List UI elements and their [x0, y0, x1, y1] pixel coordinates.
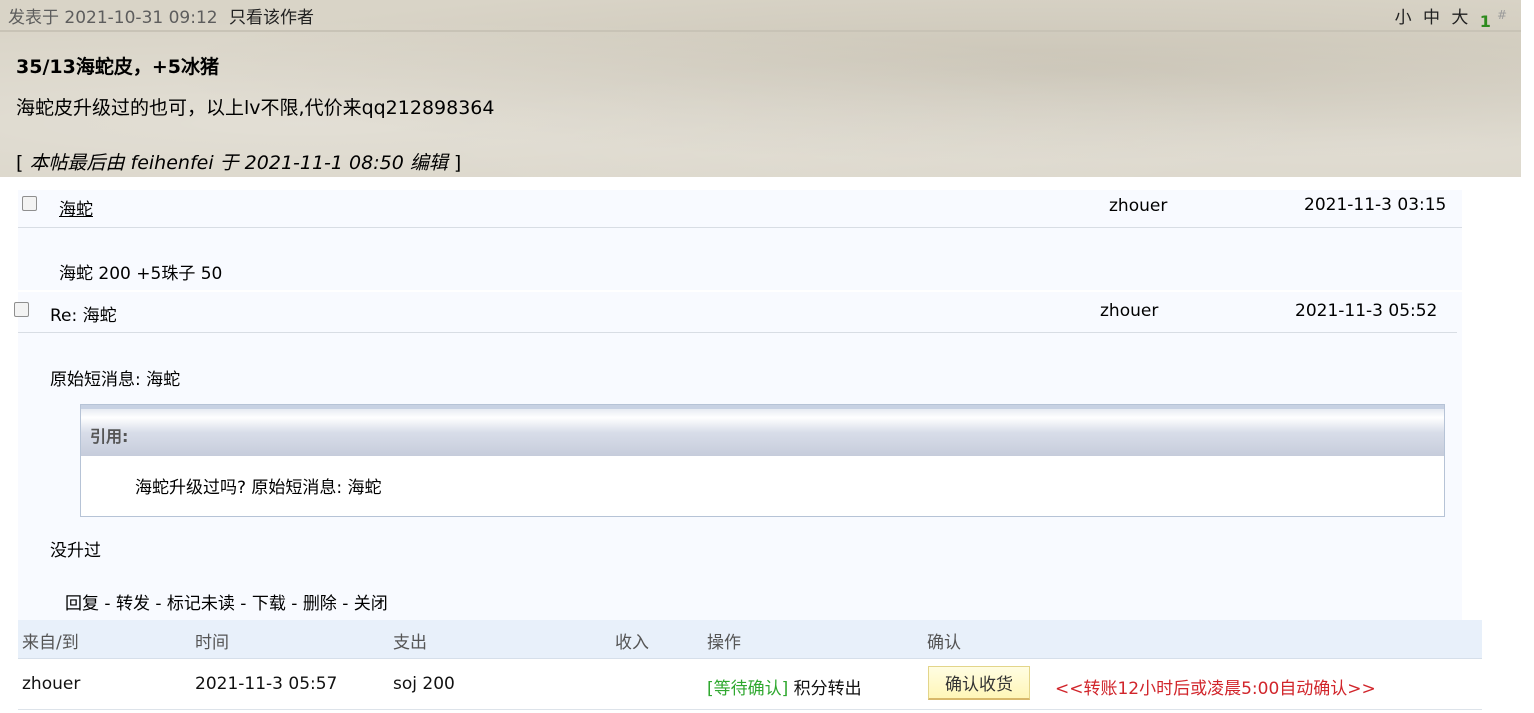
post-title: 35/13海蛇皮，+5冰猪 — [16, 56, 219, 78]
table-row: zhouer 2021-11-3 05:57 soj 200 [等待确认] 积分… — [18, 659, 1482, 710]
quote-text: 海蛇升级过吗? 原始短消息: 海蛇 — [135, 478, 382, 498]
action-separator: - — [285, 594, 303, 614]
row-from-to[interactable]: zhouer — [22, 674, 80, 694]
font-medium-link[interactable]: 中 — [1423, 8, 1440, 28]
close-link[interactable]: 关闭 — [354, 594, 388, 614]
column-from-to: 来自/到 — [22, 633, 79, 653]
message-checkbox[interactable] — [22, 196, 37, 211]
operation-type: 积分转出 — [793, 679, 862, 699]
font-size-controls: 小 中 大 1 # — [1389, 3, 1507, 31]
column-confirm: 确认 — [927, 633, 961, 653]
download-link[interactable]: 下载 — [252, 594, 286, 614]
reply-link[interactable]: 回复 — [65, 594, 99, 614]
message-checkbox[interactable] — [14, 302, 29, 317]
font-large-link[interactable]: 大 — [1451, 8, 1468, 28]
post-info: 发表于 2021-10-31 09:12 只看该作者 — [8, 3, 314, 28]
message-time: 2021-11-3 05:52 — [1295, 301, 1438, 321]
confirm-receipt-button[interactable]: 确认收货 — [928, 666, 1030, 700]
original-message: 原始短消息: 海蛇 — [50, 370, 181, 390]
edit-bracket-close: ] — [453, 152, 462, 174]
action-separator: - — [336, 594, 354, 614]
column-time: 时间 — [195, 633, 229, 653]
post-body: 海蛇皮升级过的也可，以上lv不限,代价来qq212898364 — [16, 97, 495, 119]
message-item: 海蛇 zhouer 2021-11-3 03:15 海蛇 200 +5珠子 50 — [18, 190, 1462, 290]
post-edit-note: [ 本帖最后由 feihenfei 于 2021-11-1 08:50 编辑 ] — [16, 148, 461, 175]
action-separator: - — [149, 594, 167, 614]
font-small-link[interactable]: 小 — [1395, 8, 1412, 28]
edit-note-text: 本帖最后由 feihenfei 于 2021-11-1 08:50 编辑 — [29, 152, 448, 174]
column-operation: 操作 — [707, 633, 741, 653]
quote-box: 引用: 海蛇升级过吗? 原始短消息: 海蛇 — [80, 404, 1445, 517]
column-expense: 支出 — [393, 633, 427, 653]
row-time: 2021-11-3 05:57 — [195, 674, 338, 694]
auto-confirm-note: <<转账12小时后或凌晨5:00自动确认>> — [1055, 679, 1376, 699]
quote-label: 引用: — [90, 427, 129, 446]
message-subject-link[interactable]: 海蛇 — [59, 195, 93, 220]
posted-time: 2021-10-31 09:12 — [64, 8, 218, 28]
forward-link[interactable]: 转发 — [116, 594, 150, 614]
floor-number[interactable]: 1 — [1480, 12, 1491, 31]
message-sender[interactable]: zhouer — [1109, 196, 1167, 216]
column-income: 收入 — [615, 633, 649, 653]
message-time: 2021-11-3 03:15 — [1304, 195, 1447, 215]
waiting-status: [等待确认] — [707, 679, 789, 699]
action-separator: - — [234, 594, 252, 614]
quote-header: 引用: — [81, 405, 1444, 456]
mark-unread-link[interactable]: 标记未读 — [167, 594, 235, 614]
posted-prefix: 发表于 — [8, 8, 59, 28]
delete-link[interactable]: 删除 — [303, 594, 337, 614]
row-expense: soj 200 — [393, 674, 455, 694]
table-header: 来自/到 时间 支出 收入 操作 确认 — [18, 620, 1482, 659]
message-subject[interactable]: Re: 海蛇 — [50, 301, 117, 326]
author-only-link[interactable]: 只看该作者 — [229, 8, 314, 28]
post-meta-bar: 发表于 2021-10-31 09:12 只看该作者 小 中 大 1 # — [0, 0, 1521, 32]
floor-hash: # — [1496, 8, 1507, 22]
action-separator: - — [99, 594, 116, 614]
row-operation: [等待确认] 积分转出 — [707, 674, 862, 699]
edit-bracket-open: [ — [16, 152, 24, 174]
message-body: 海蛇 200 +5珠子 50 — [59, 264, 223, 284]
forum-post: 发表于 2021-10-31 09:12 只看该作者 小 中 大 1 # 35/1… — [0, 0, 1521, 177]
message-header: 海蛇 zhouer 2021-11-3 03:15 — [18, 190, 1462, 228]
message-header: Re: 海蛇 zhouer 2021-11-3 05:52 — [14, 292, 1457, 333]
message-sender[interactable]: zhouer — [1100, 301, 1158, 321]
reply-text: 没升过 — [50, 541, 101, 561]
message-actions: 回复 - 转发 - 标记未读 - 下载 - 删除 - 关闭 — [65, 589, 388, 614]
